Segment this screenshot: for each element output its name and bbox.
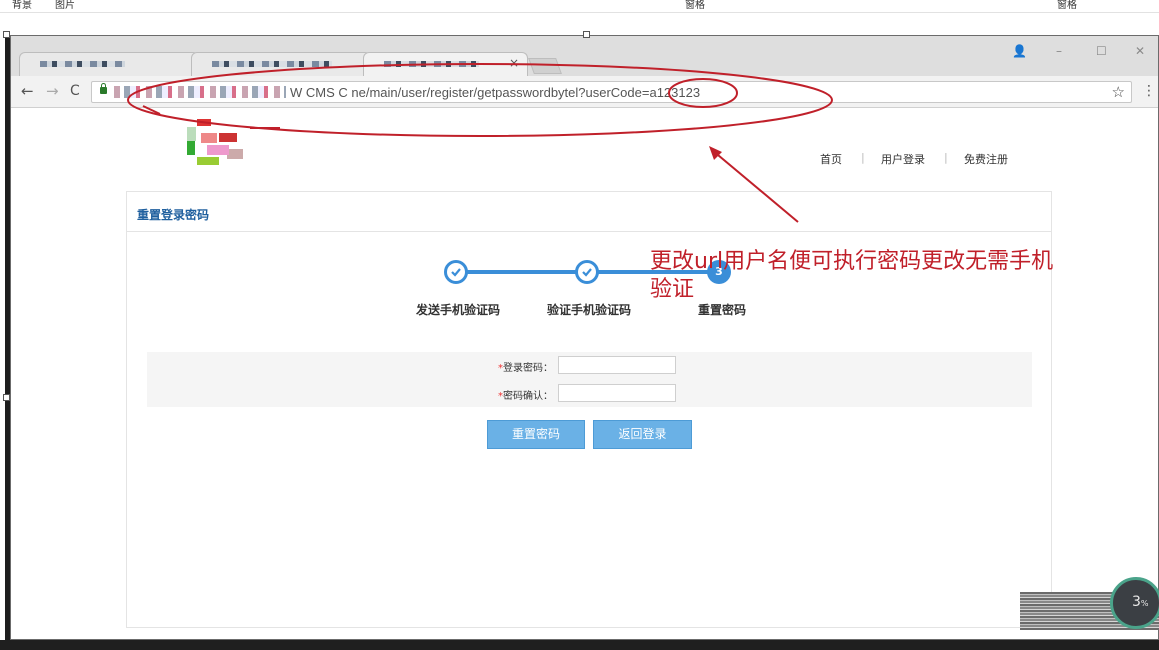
ribbon-item-pane[interactable]: 窗格 (685, 0, 705, 11)
browser-toolbar: ← → C W CMS C ne/main/user/register/getp… (11, 76, 1158, 108)
forward-arrow-icon[interactable]: → (46, 83, 59, 99)
tab-title-blurred (212, 61, 332, 67)
ribbon-item-pane-2[interactable]: 窗格 (1057, 0, 1077, 11)
nav-link-login[interactable]: 用户登录 (881, 151, 925, 167)
browser-window: × 👤 – ☐ ✕ ← → C W CMS C ne/main/user/reg… (10, 35, 1159, 640)
reload-icon[interactable]: C (70, 83, 80, 99)
site-logo[interactable] (187, 119, 247, 166)
panel-title: 重置登录密码 (137, 208, 210, 222)
nav-link-home[interactable]: 首页 (820, 151, 842, 167)
step-1-check-icon (444, 260, 468, 284)
confirm-password-label: *密码确认： (498, 391, 553, 402)
minimize-icon[interactable]: – (1056, 44, 1062, 58)
password-label: *登录密码： (498, 363, 553, 374)
selection-handle[interactable] (3, 31, 10, 38)
close-window-icon[interactable]: ✕ (1135, 44, 1145, 58)
selection-handle[interactable] (3, 394, 10, 401)
browser-tab-1[interactable] (19, 52, 199, 76)
browser-menu-icon[interactable]: ⋮ (1142, 83, 1156, 99)
password-input[interactable] (558, 356, 676, 374)
annotation-text: 更改url用户名便可执行密码更改无需手机验证 (650, 249, 1054, 302)
tab-title-blurred (40, 61, 125, 67)
tab-title-blurred (384, 61, 479, 67)
tab-strip: × 👤 – ☐ ✕ (11, 36, 1158, 76)
nav-link-register[interactable]: 免费注册 (964, 151, 1008, 167)
confirm-password-input[interactable] (558, 384, 676, 402)
step-2-label: 验证手机验证码 (547, 303, 632, 317)
taskbar (0, 640, 1159, 650)
password-form: *登录密码： *密码确认： (147, 352, 1032, 407)
address-bar[interactable]: W CMS C ne/main/user/register/getpasswor… (91, 81, 1132, 103)
reset-password-button[interactable]: 重置密码 (487, 420, 585, 449)
nav-separator: | (944, 151, 948, 164)
new-tab-button[interactable] (528, 58, 562, 74)
browser-tab-active[interactable]: × (363, 52, 528, 76)
step-1-label: 发送手机验证码 (416, 303, 501, 317)
performance-widget-value: 3% (1132, 594, 1149, 610)
lock-icon (100, 83, 107, 94)
url-host-blurred (114, 86, 286, 98)
panel-header: 重置登录密码 (127, 192, 1051, 232)
app-ribbon-strip: 背景 图片 窗格 窗格 (0, 0, 1159, 13)
left-edge-panel (0, 13, 10, 650)
maximize-icon[interactable]: ☐ (1096, 44, 1107, 58)
back-arrow-icon[interactable]: ← (21, 83, 34, 99)
back-to-login-button[interactable]: 返回登录 (593, 420, 692, 449)
tab-close-icon[interactable]: × (509, 56, 519, 70)
ribbon-item-background[interactable]: 背景 (12, 0, 32, 11)
step-2-check-icon (575, 260, 599, 284)
browser-tab-2[interactable] (191, 52, 371, 76)
selection-handle[interactable] (583, 31, 590, 38)
web-page: 首页 | 用户登录 | 免费注册 重置登录密码 3 发送手机验证码 验证手机验证… (11, 109, 1158, 639)
profile-icon[interactable]: 👤 (1012, 44, 1027, 58)
bookmark-star-icon[interactable]: ☆ (1112, 83, 1125, 101)
nav-separator: | (861, 151, 865, 164)
ribbon-item-picture[interactable]: 图片 (55, 0, 75, 11)
url-text[interactable]: W CMS C ne/main/user/register/getpasswor… (290, 85, 700, 100)
